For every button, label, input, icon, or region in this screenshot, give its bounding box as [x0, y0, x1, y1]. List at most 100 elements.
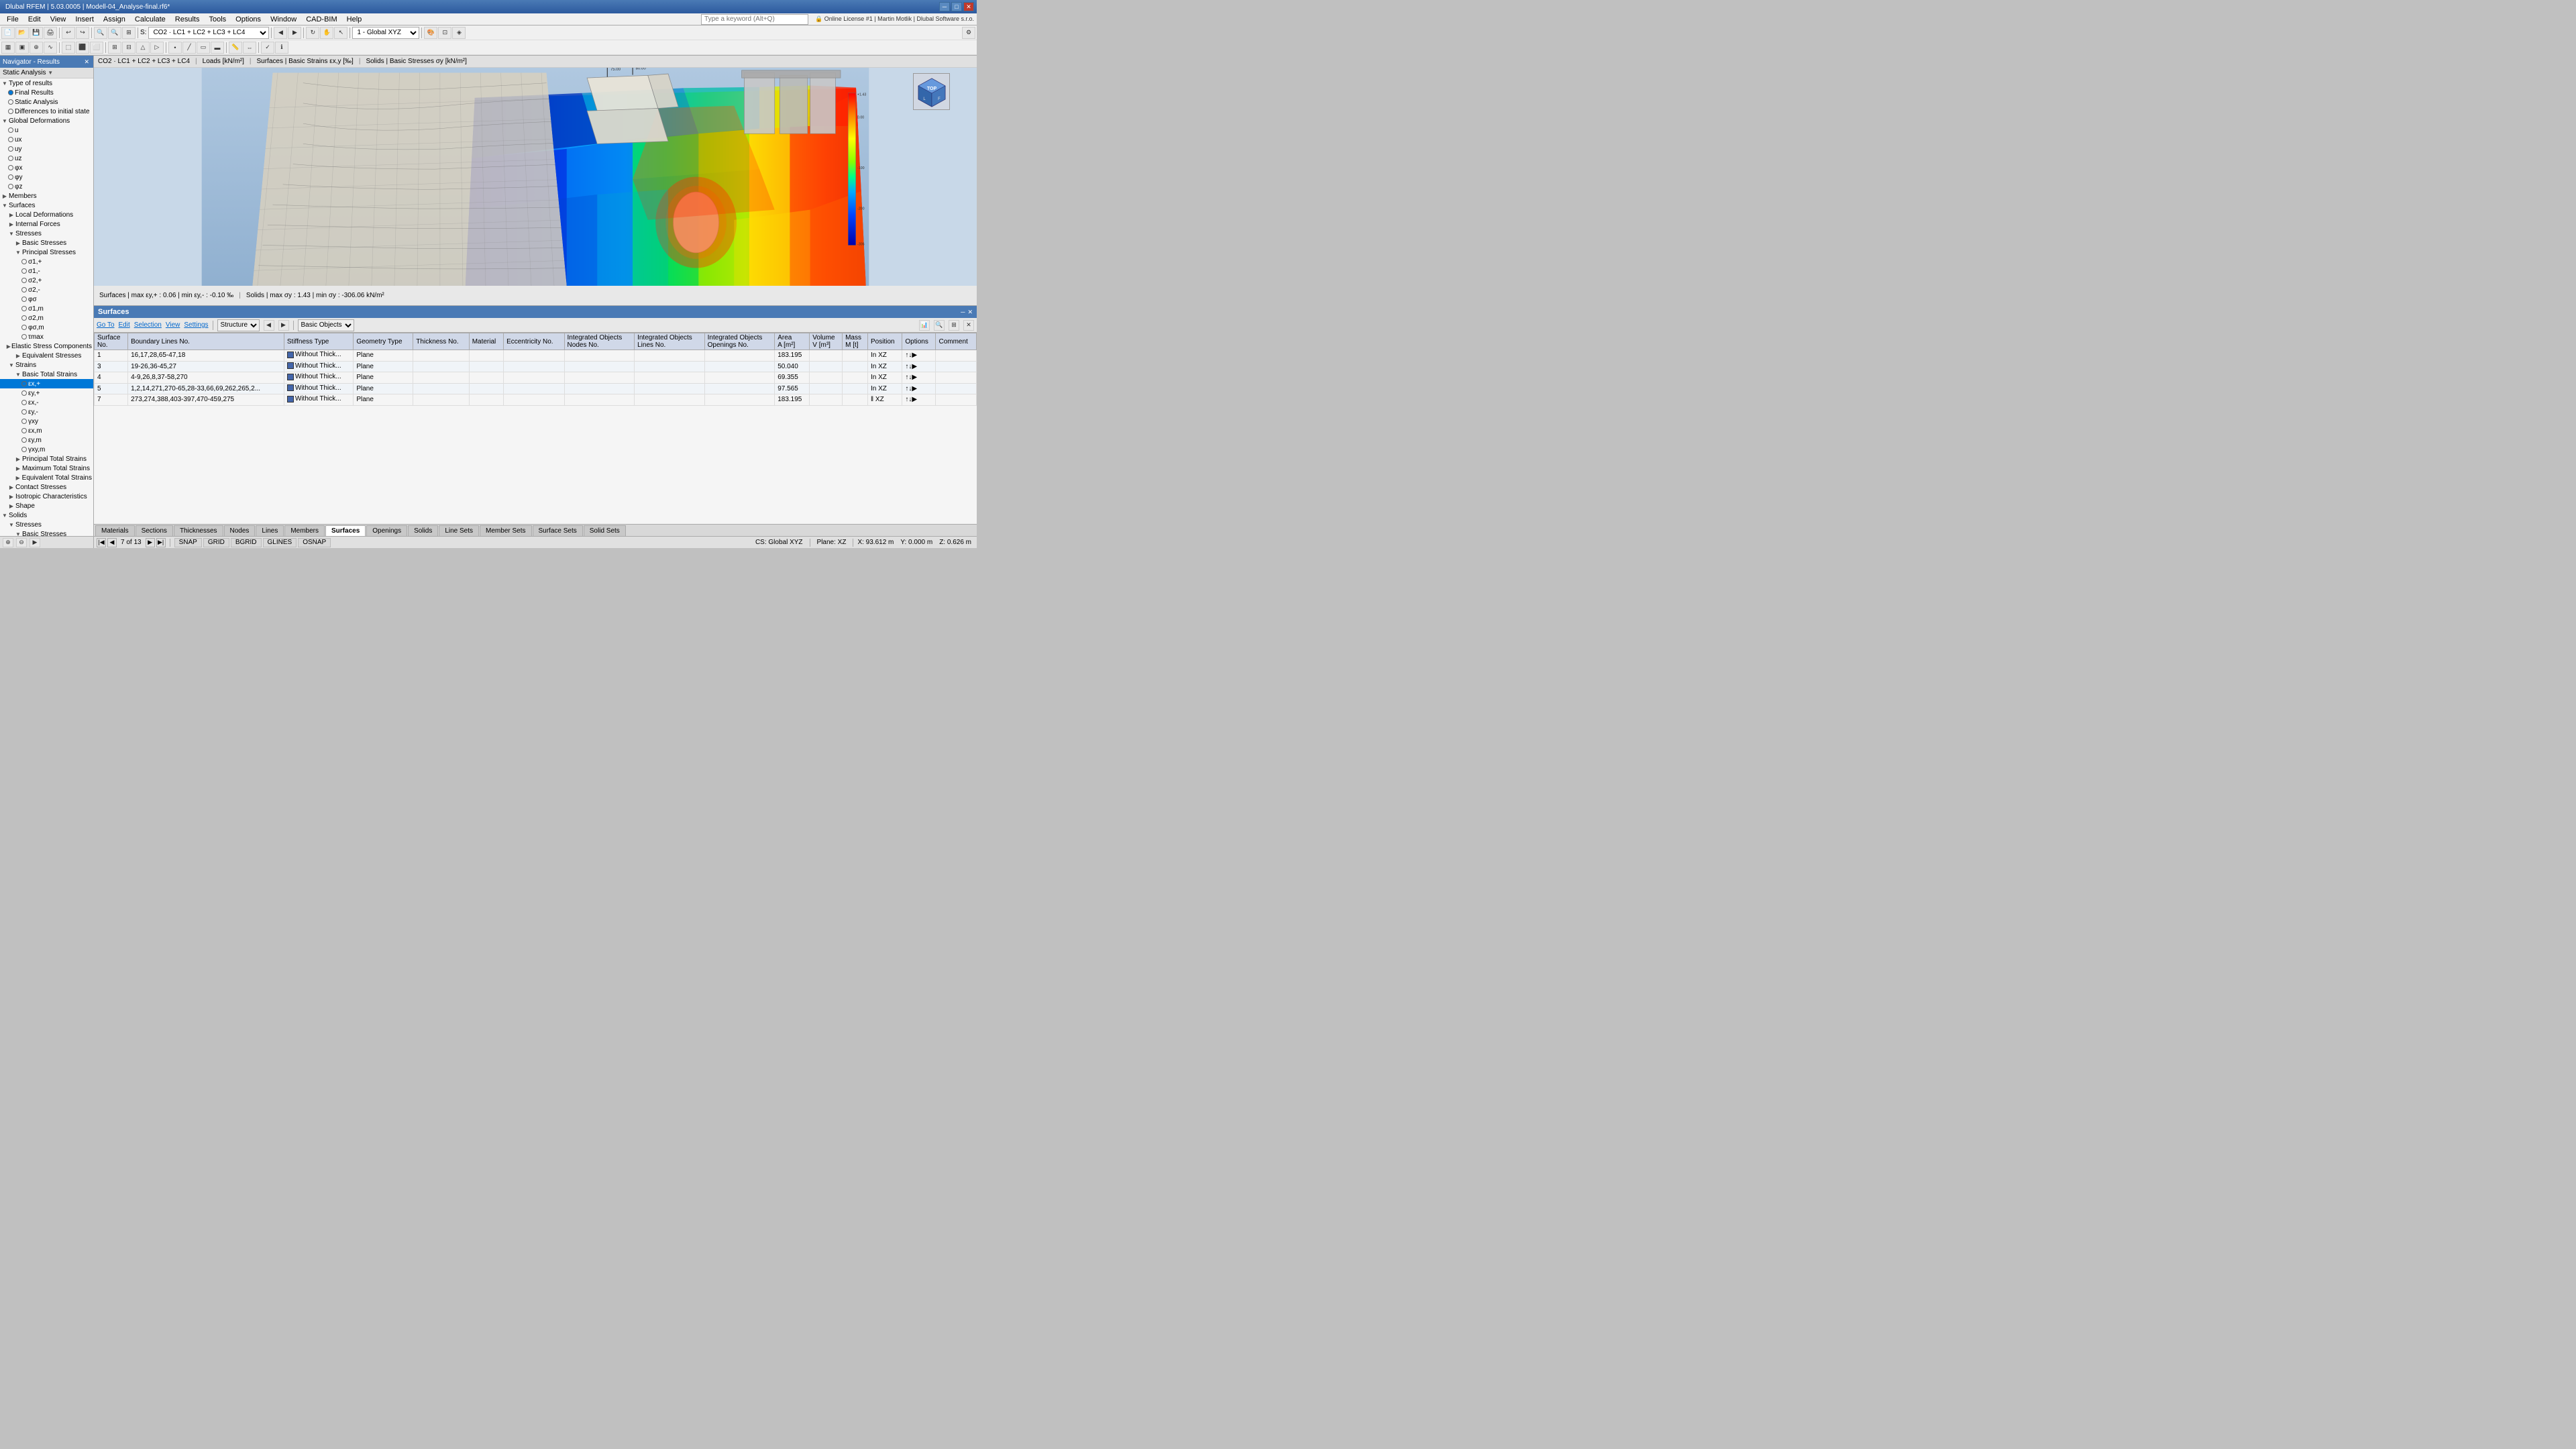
radio-eym[interactable] [21, 437, 27, 443]
nav-gamma-xy[interactable]: γxy [0, 417, 93, 426]
goto-link[interactable]: Go To [97, 321, 115, 329]
menu-tools[interactable]: Tools [205, 15, 230, 24]
nav-btn-3[interactable]: ▶ [30, 538, 40, 547]
tb-select[interactable]: ↖ [334, 27, 347, 39]
nav-basic-stresses-sol[interactable]: ▼ Basic Stresses [0, 529, 93, 536]
tb-surf[interactable]: ▭ [197, 42, 210, 54]
viewport-3d[interactable]: 75.00 80.00 [94, 68, 977, 286]
nav-internal-forces[interactable]: ▶ Internal Forces [0, 219, 93, 229]
tb-zoom-fit[interactable]: ⊞ [122, 27, 136, 39]
radio-phi-s-m[interactable] [21, 325, 27, 330]
table-next[interactable]: ▶ [278, 320, 289, 331]
menu-cad-bim[interactable]: CAD-BIM [302, 15, 341, 24]
nav-stresses-surf[interactable]: ▼ Stresses [0, 229, 93, 238]
radio-sigma1m[interactable] [21, 268, 27, 274]
tb-iso[interactable]: ◈ [452, 27, 466, 39]
nav-first[interactable]: |◀ [97, 538, 106, 547]
view-link[interactable]: View [166, 321, 180, 329]
tab-members[interactable]: Members [284, 525, 325, 536]
radio-phiz[interactable] [8, 184, 13, 189]
tab-lines[interactable]: Lines [256, 525, 284, 536]
menu-insert[interactable]: Insert [71, 15, 98, 24]
radio-u[interactable] [8, 127, 13, 133]
radio-final-results[interactable] [8, 90, 13, 95]
panel-close-btn[interactable]: ✕ [967, 309, 973, 316]
search-input[interactable] [701, 14, 808, 25]
radio-s1m[interactable] [21, 306, 27, 311]
nav-solids[interactable]: ▼ Solids [0, 511, 93, 520]
nav-max-total-strains[interactable]: ▶ Maximum Total Strains [0, 464, 93, 473]
nav-strains[interactable]: ▼ Strains [0, 360, 93, 370]
tab-surfaces[interactable]: Surfaces [325, 525, 366, 536]
nav-equiv-stresses[interactable]: ▶ Equivalent Stresses [0, 351, 93, 360]
surfaces-table-container[interactable]: SurfaceNo. Boundary Lines No. Stiffness … [94, 333, 977, 524]
nav-phiy[interactable]: φy [0, 172, 93, 182]
nav-prev[interactable]: ◀ [107, 538, 117, 547]
nav-gxym[interactable]: γxy,m [0, 445, 93, 454]
tab-line-sets[interactable]: Line Sets [439, 525, 479, 536]
tab-solid-sets[interactable]: Solid Sets [584, 525, 626, 536]
nav-eym[interactable]: εy,m [0, 435, 93, 445]
table-row[interactable]: 7273,274,388,403-397,470-459,275Without … [95, 394, 977, 406]
radio-ux[interactable] [8, 137, 13, 142]
navigator-close[interactable]: ✕ [83, 58, 91, 66]
nav-phiz[interactable]: φz [0, 182, 93, 191]
settings-link[interactable]: Settings [184, 321, 208, 329]
nav-basic-stresses[interactable]: ▶ Basic Stresses [0, 238, 93, 248]
radio-uz[interactable] [8, 156, 13, 161]
tab-materials[interactable]: Materials [95, 525, 135, 536]
nav-surfaces[interactable]: ▼ Surfaces [0, 201, 93, 210]
radio-static-analysis[interactable] [8, 99, 13, 105]
radio-exm[interactable] [21, 428, 27, 433]
nav-ex-minus[interactable]: εx,- [0, 398, 93, 407]
tb-measure[interactable]: 📏 [229, 42, 242, 54]
tb-filter[interactable]: 🔍 [934, 320, 945, 331]
nav-final-results[interactable]: Final Results [0, 88, 93, 97]
tb-save[interactable]: 💾 [30, 27, 43, 39]
nav-elastic-stress[interactable]: ▶ Elastic Stress Components [0, 341, 93, 351]
tb-r8[interactable]: ⊞ [108, 42, 121, 54]
nav-ex-plus[interactable]: εx,+ [0, 379, 93, 388]
nav-basic-total-strains[interactable]: ▼ Basic Total Strains [0, 370, 93, 379]
tb-render[interactable]: 🎨 [424, 27, 437, 39]
bgrid-btn[interactable]: BGRID [231, 538, 262, 547]
nav-ey-minus[interactable]: εy,- [0, 407, 93, 417]
menu-results[interactable]: Results [171, 15, 204, 24]
tb-r2[interactable]: ▣ [15, 42, 29, 54]
view-cube[interactable]: TOP L F [913, 73, 950, 110]
tb-r7[interactable]: ⬜ [90, 42, 103, 54]
radio-phi-sigma[interactable] [21, 297, 27, 302]
tb-zoom-in[interactable]: 🔍 [94, 27, 107, 39]
menu-help[interactable]: Help [343, 15, 366, 24]
table-prev[interactable]: ◀ [264, 320, 274, 331]
tb-rotate[interactable]: ↻ [306, 27, 319, 39]
view-combo[interactable]: 1 - Global XYZ [352, 27, 419, 39]
nav-sigma1-plus[interactable]: σ1,+ [0, 257, 93, 266]
table-row[interactable]: 44-9,26,8,37-58,270Without Thick...Plane… [95, 372, 977, 384]
menu-view[interactable]: View [46, 15, 70, 24]
nav-shape[interactable]: ▶ Shape [0, 501, 93, 511]
radio-ex-minus[interactable] [21, 400, 27, 405]
nav-static-analysis[interactable]: Static Analysis [0, 97, 93, 107]
tb-pan[interactable]: ✋ [320, 27, 333, 39]
nav-global-deformations[interactable]: ▼ Global Deformations [0, 116, 93, 125]
table-row[interactable]: 319-26,36-45,27Without Thick...Plane50.0… [95, 361, 977, 372]
table-row[interactable]: 51,2,14,271,270-65,28-33,66,69,262,265,2… [95, 383, 977, 394]
basic-objects-combo[interactable]: Basic Objects [298, 319, 354, 331]
menu-calculate[interactable]: Calculate [131, 15, 170, 24]
tb-r9[interactable]: ⊟ [122, 42, 136, 54]
tab-surface-sets[interactable]: Surface Sets [533, 525, 583, 536]
edit-link[interactable]: Edit [119, 321, 130, 329]
tb-line[interactable]: ╱ [182, 42, 196, 54]
radio-phiy[interactable] [8, 174, 13, 180]
snap-btn[interactable]: SNAP [174, 538, 202, 547]
radio-differences[interactable] [8, 109, 13, 114]
minimize-button[interactable]: ─ [939, 2, 950, 11]
nav-next[interactable]: ▶ [146, 538, 155, 547]
radio-s2m[interactable] [21, 315, 27, 321]
radio-phix[interactable] [8, 165, 13, 170]
result-combo[interactable]: CO2 · LC1 + LC2 + LC3 + LC4 [148, 27, 269, 39]
tab-thicknesses[interactable]: Thicknesses [174, 525, 223, 536]
nav-uy[interactable]: uy [0, 144, 93, 154]
nav-local-deformations[interactable]: ▶ Local Deformations [0, 210, 93, 219]
